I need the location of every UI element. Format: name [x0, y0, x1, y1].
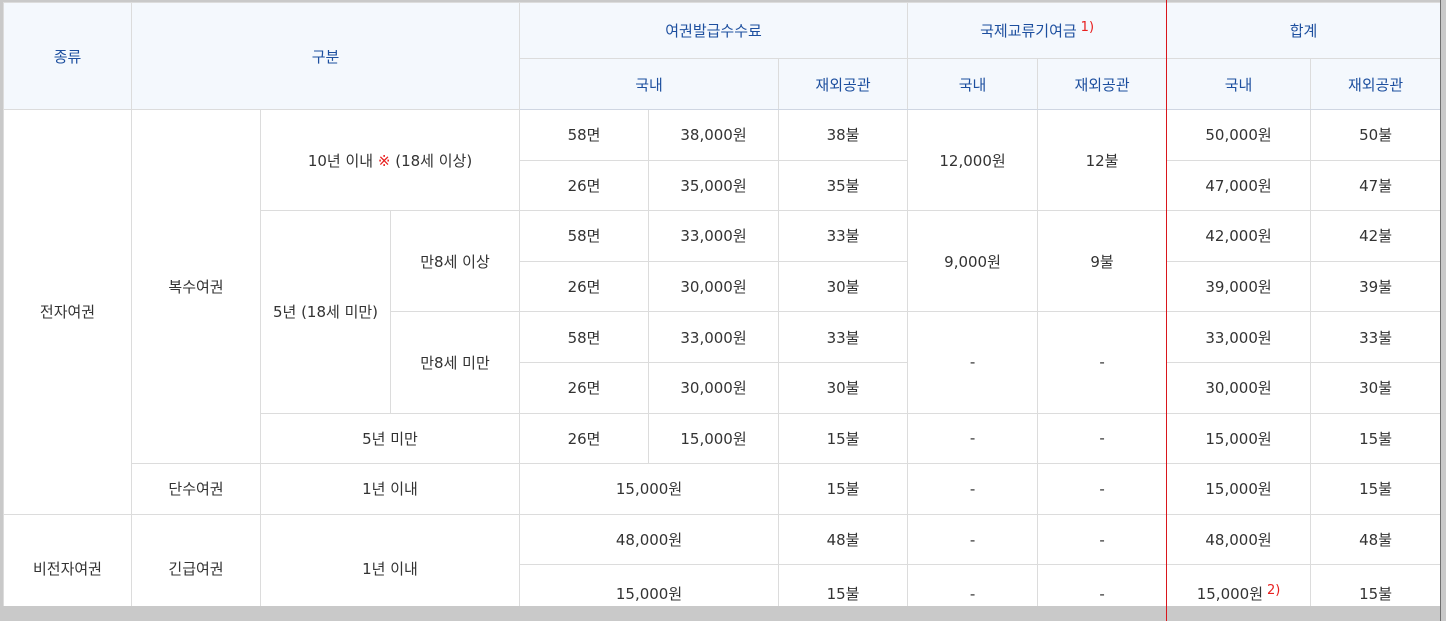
header-contribution: 국제교류기여금 1) [907, 2, 1168, 59]
footnote-1-link[interactable]: 1) [1081, 20, 1094, 35]
cell-fee-overseas: 30불 [778, 361, 909, 414]
cell-fee-overseas: 15불 [778, 463, 909, 515]
window-right-edge [1440, 0, 1441, 621]
cell-fee-overseas: 15불 [778, 564, 909, 606]
cell-contribution-overseas: 12불 [1037, 108, 1168, 212]
cell-total-overseas: 15불 [1310, 463, 1440, 515]
cell-contribution-domestic: - [907, 463, 1039, 515]
cell-fee-domestic: 30,000원 [648, 260, 780, 313]
header-issuance-overseas: 재외공관 [778, 58, 909, 110]
cell-pages: 26면 [519, 159, 650, 212]
age-8-and-over: 만8세 이상 [389, 210, 521, 313]
fee-table-frame: 종류 구분 여권발급수수료 국제교류기여금 1) 합계 국내 재외공관 국내 재외… [3, 2, 1440, 606]
header-category: 구분 [130, 2, 521, 110]
cell-fee-overseas: 15불 [778, 412, 909, 465]
cell-total-domestic: 39,000원 [1166, 260, 1312, 313]
cell-total-domestic: 15,000원 2) [1166, 564, 1312, 606]
cell-fee-domestic: 15,000원 [648, 412, 780, 465]
cell-contribution-domestic: 12,000원 [907, 108, 1039, 212]
cell-fee-domestic: 35,000원 [648, 159, 780, 212]
table-row: 단수여권 1년 이내 15,000원 15불 - - 15,000원 15불 [4, 463, 1440, 515]
cell-fee-domestic: 48,000원 [519, 513, 780, 566]
cell-contribution-domestic: - [907, 412, 1039, 465]
cell-total-overseas: 30불 [1310, 361, 1440, 414]
cell-pages: 58면 [519, 109, 650, 161]
cell-contribution-domestic: - [907, 564, 1039, 606]
cell-pages: 26면 [519, 361, 650, 414]
cell-contribution-domestic: - [907, 311, 1039, 414]
validity-ten-years: 10년 이내 ※ (18세 이상) [259, 108, 521, 212]
cell-fee-overseas: 33불 [778, 210, 909, 262]
cell-fee-domestic: 30,000원 [648, 361, 780, 414]
validity-ten-years-label: 10년 이내 [307, 151, 374, 170]
header-contribution-domestic: 국내 [907, 58, 1039, 110]
cell-total-overseas: 33불 [1310, 311, 1440, 363]
cell-total-overseas: 47불 [1310, 159, 1440, 212]
header-issuance-fee: 여권발급수수료 [519, 2, 909, 59]
under-age-8: 만8세 미만 [389, 311, 521, 414]
cell-contribution-overseas: - [1037, 564, 1168, 606]
cell-contribution-overseas: - [1037, 311, 1168, 414]
header-contribution-label: 국제교류기여금 [980, 22, 1077, 40]
kind-non-electronic: 비전자여권 [3, 513, 132, 606]
type-emergency: 긴급여권 [131, 513, 261, 606]
cell-fee-overseas: 35불 [778, 159, 909, 212]
cell-total-domestic: 42,000원 [1166, 210, 1312, 262]
cell-total-overseas: 15불 [1310, 412, 1440, 465]
cell-fee-domestic: 33,000원 [648, 210, 780, 262]
cell-contribution-overseas: 9불 [1037, 210, 1168, 313]
cell-fee-overseas: 30불 [778, 260, 909, 313]
header-issuance-domestic: 국내 [519, 58, 780, 110]
cell-contribution-domestic: - [907, 513, 1039, 566]
cell-total-domestic: 50,000원 [1166, 109, 1312, 161]
footnote-2-link[interactable]: 2) [1267, 583, 1280, 598]
cell-contribution-overseas: - [1037, 463, 1168, 515]
cell-pages: 26면 [519, 412, 650, 465]
type-single: 단수여권 [131, 463, 261, 515]
total-column-highlight-line [1166, 0, 1167, 621]
cell-total-overseas: 50불 [1310, 109, 1440, 161]
cell-pages: 26면 [519, 260, 650, 313]
cell-total-domestic: 33,000원 [1166, 311, 1312, 363]
cell-fee-overseas: 38불 [778, 109, 909, 161]
cell-fee-overseas: 48불 [778, 513, 909, 566]
cell-fee-overseas: 33불 [778, 311, 909, 363]
cell-total-overseas: 48불 [1310, 513, 1440, 566]
notice-mark: ※ [377, 151, 391, 170]
header-contribution-overseas: 재외공관 [1037, 58, 1168, 110]
kind-electronic: 전자여권 [3, 109, 132, 515]
cell-fee-domestic: 15,000원 [519, 463, 780, 515]
passport-fee-table: 종류 구분 여권발급수수료 국제교류기여금 1) 합계 국내 재외공관 국내 재외… [3, 2, 1440, 606]
cell-total-domestic: 47,000원 [1166, 159, 1312, 212]
cell-fee-domestic: 33,000원 [648, 311, 780, 363]
validity-emergency-one-year: 1년 이내 [259, 513, 521, 606]
cell-contribution-overseas: - [1037, 412, 1168, 465]
cell-total-domestic: 15,000원 [1166, 412, 1312, 465]
cell-total-domestic: 15,000원 [1166, 463, 1312, 515]
type-multiple: 복수여권 [131, 108, 261, 465]
validity-under-five-years: 5년 미만 [259, 412, 521, 465]
cell-total-domestic: 30,000원 [1166, 361, 1312, 414]
cell-total-overseas: 39불 [1310, 260, 1440, 313]
header-total-overseas: 재외공관 [1310, 58, 1440, 110]
cell-pages: 58면 [519, 210, 650, 262]
table-row: 비전자여권 긴급여권 1년 이내 48,000원 48불 - - 48,000원… [3, 513, 1440, 606]
cell-total-overseas: 15불 [1310, 564, 1440, 606]
header-total: 합계 [1166, 2, 1440, 59]
cell-fee-domestic: 38,000원 [648, 109, 780, 161]
cell-total-overseas: 42불 [1310, 210, 1440, 262]
validity-ten-years-age: (18세 이상) [395, 151, 473, 170]
validity-five-years: 5년 (18세 미만) [260, 210, 391, 414]
cell-pages: 58면 [519, 311, 650, 363]
cell-contribution-overseas: - [1037, 513, 1168, 566]
validity-single-one-year: 1년 이내 [259, 463, 521, 515]
table-row: 전자여권 복수여권 10년 이내 ※ (18세 이상) 58면 38,000원 … [3, 108, 1440, 515]
cell-total-domestic: 48,000원 [1166, 513, 1312, 566]
cell-fee-domestic: 15,000원 [519, 564, 780, 606]
header-type: 종류 [3, 2, 132, 110]
cell-contribution-domestic: 9,000원 [907, 210, 1039, 313]
cell-total-domestic-value: 15,000원 [1196, 585, 1264, 604]
header-total-domestic: 국내 [1166, 58, 1312, 110]
